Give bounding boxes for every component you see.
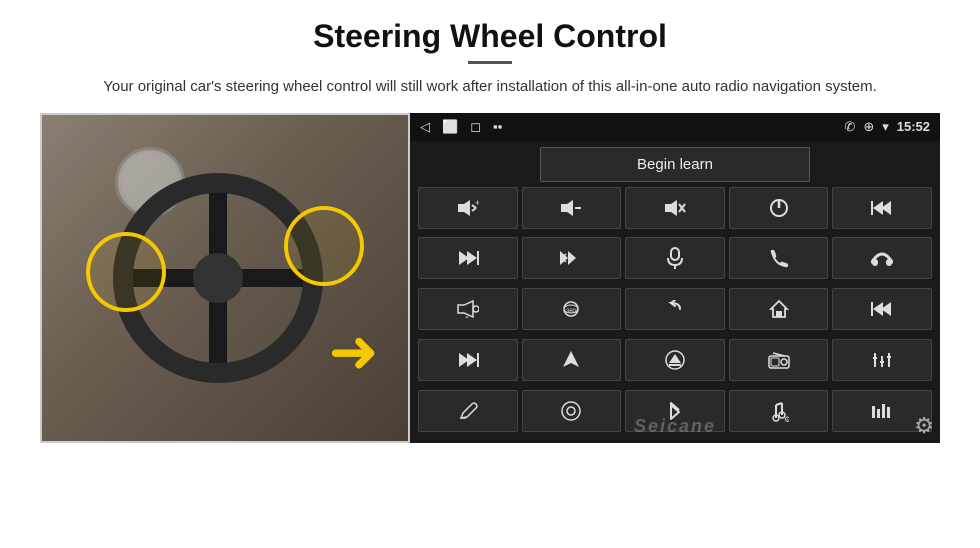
steering-wheel-image: ➜: [40, 113, 410, 443]
settings2-button[interactable]: [522, 390, 622, 432]
eq-button[interactable]: [832, 339, 932, 381]
control-icon-grid: +: [418, 187, 932, 437]
eject-button[interactable]: [625, 339, 725, 381]
horn-button[interactable]: 📣: [418, 288, 518, 330]
radio-icon: [768, 351, 790, 369]
phone-button[interactable]: [729, 237, 829, 279]
settings-gear-button[interactable]: ⚙: [914, 413, 934, 439]
bluetooth-icon: [667, 400, 683, 422]
music-button[interactable]: ⚙: [729, 390, 829, 432]
settings2-icon: [561, 401, 581, 421]
navigation-icon: [562, 350, 580, 370]
svg-text:360°: 360°: [566, 309, 579, 315]
android-head-unit: ◁ ⬜ ◻ ▪▪ ✆ ⊕ ▾ 15:52 Begin learn: [410, 113, 940, 443]
button-highlight-left: [86, 232, 166, 312]
button-highlight-right: [284, 206, 364, 286]
back-nav-icon[interactable]: ◁: [420, 119, 430, 135]
skipfwd-icon: [457, 351, 479, 369]
page-container: Steering Wheel Control Your original car…: [0, 0, 980, 548]
power-icon: [769, 198, 789, 218]
power-button[interactable]: [729, 187, 829, 229]
main-area: Begin learn +: [410, 141, 940, 443]
status-bar-left: ◁ ⬜ ◻ ▪▪: [420, 119, 502, 135]
phone-icon: [769, 248, 789, 268]
cam360-button[interactable]: 360°: [522, 288, 622, 330]
audiobars-icon: [871, 402, 893, 420]
next-button[interactable]: [418, 237, 518, 279]
home-icon: [769, 299, 789, 319]
mute-button[interactable]: [625, 187, 725, 229]
back-nav-button[interactable]: [625, 288, 725, 330]
page-subtitle: Your original car's steering wheel contr…: [103, 76, 877, 99]
back-icon: [665, 300, 685, 318]
navigation-button[interactable]: [522, 339, 622, 381]
mute-icon: [664, 199, 686, 217]
prev-button[interactable]: [832, 187, 932, 229]
vol-down-button[interactable]: [522, 187, 622, 229]
home-nav-icon[interactable]: ⬜: [442, 119, 458, 135]
page-title: Steering Wheel Control: [313, 18, 667, 55]
status-bar: ◁ ⬜ ◻ ▪▪ ✆ ⊕ ▾ 15:52: [410, 113, 940, 141]
ff-icon: [559, 249, 583, 267]
skipback-icon: [871, 300, 893, 318]
begin-learn-button[interactable]: Begin learn: [540, 147, 810, 182]
skipfwd-button[interactable]: [418, 339, 518, 381]
status-time: 15:52: [897, 119, 930, 134]
next-icon: [457, 249, 479, 267]
home-nav-button[interactable]: [729, 288, 829, 330]
ff-button[interactable]: [522, 237, 622, 279]
steering-bg: ➜: [42, 115, 408, 441]
music-icon: ⚙: [769, 400, 789, 422]
horn-icon: 📣: [457, 300, 479, 318]
radio-button[interactable]: [729, 339, 829, 381]
svg-text:⚙: ⚙: [784, 415, 789, 422]
skipback-button[interactable]: [832, 288, 932, 330]
hangup-button[interactable]: [832, 237, 932, 279]
recent-nav-icon[interactable]: ◻: [470, 119, 481, 135]
eject-icon: [665, 350, 685, 370]
hangup-icon: [871, 250, 893, 266]
vol-up-icon: +: [457, 199, 479, 217]
content-row: ➜ ◁ ⬜ ◻ ▪▪ ✆ ⊕ ▾ 15:52: [40, 113, 940, 443]
phone-status-icon: ✆: [844, 119, 855, 135]
signal-icon: ▪▪: [493, 119, 502, 134]
mic-icon: [666, 247, 684, 269]
arrow-indicator: ➜: [328, 322, 378, 382]
begin-learn-row: Begin learn: [418, 147, 932, 182]
steering-center: [193, 253, 243, 303]
title-divider: [468, 61, 512, 64]
pen-button[interactable]: [418, 390, 518, 432]
bluetooth-button[interactable]: [625, 390, 725, 432]
status-bar-right: ✆ ⊕ ▾ 15:52: [844, 119, 930, 135]
pen-icon: [458, 401, 478, 421]
prev-icon: [871, 199, 893, 217]
location-status-icon: ⊕: [863, 119, 874, 135]
eq-icon: [871, 351, 893, 369]
cam360-icon: 360°: [559, 299, 583, 319]
svg-text:+: +: [475, 199, 479, 208]
vol-down-icon: [560, 199, 582, 217]
mic-button[interactable]: [625, 237, 725, 279]
vol-up-button[interactable]: +: [418, 187, 518, 229]
wifi-status-icon: ▾: [882, 119, 889, 135]
